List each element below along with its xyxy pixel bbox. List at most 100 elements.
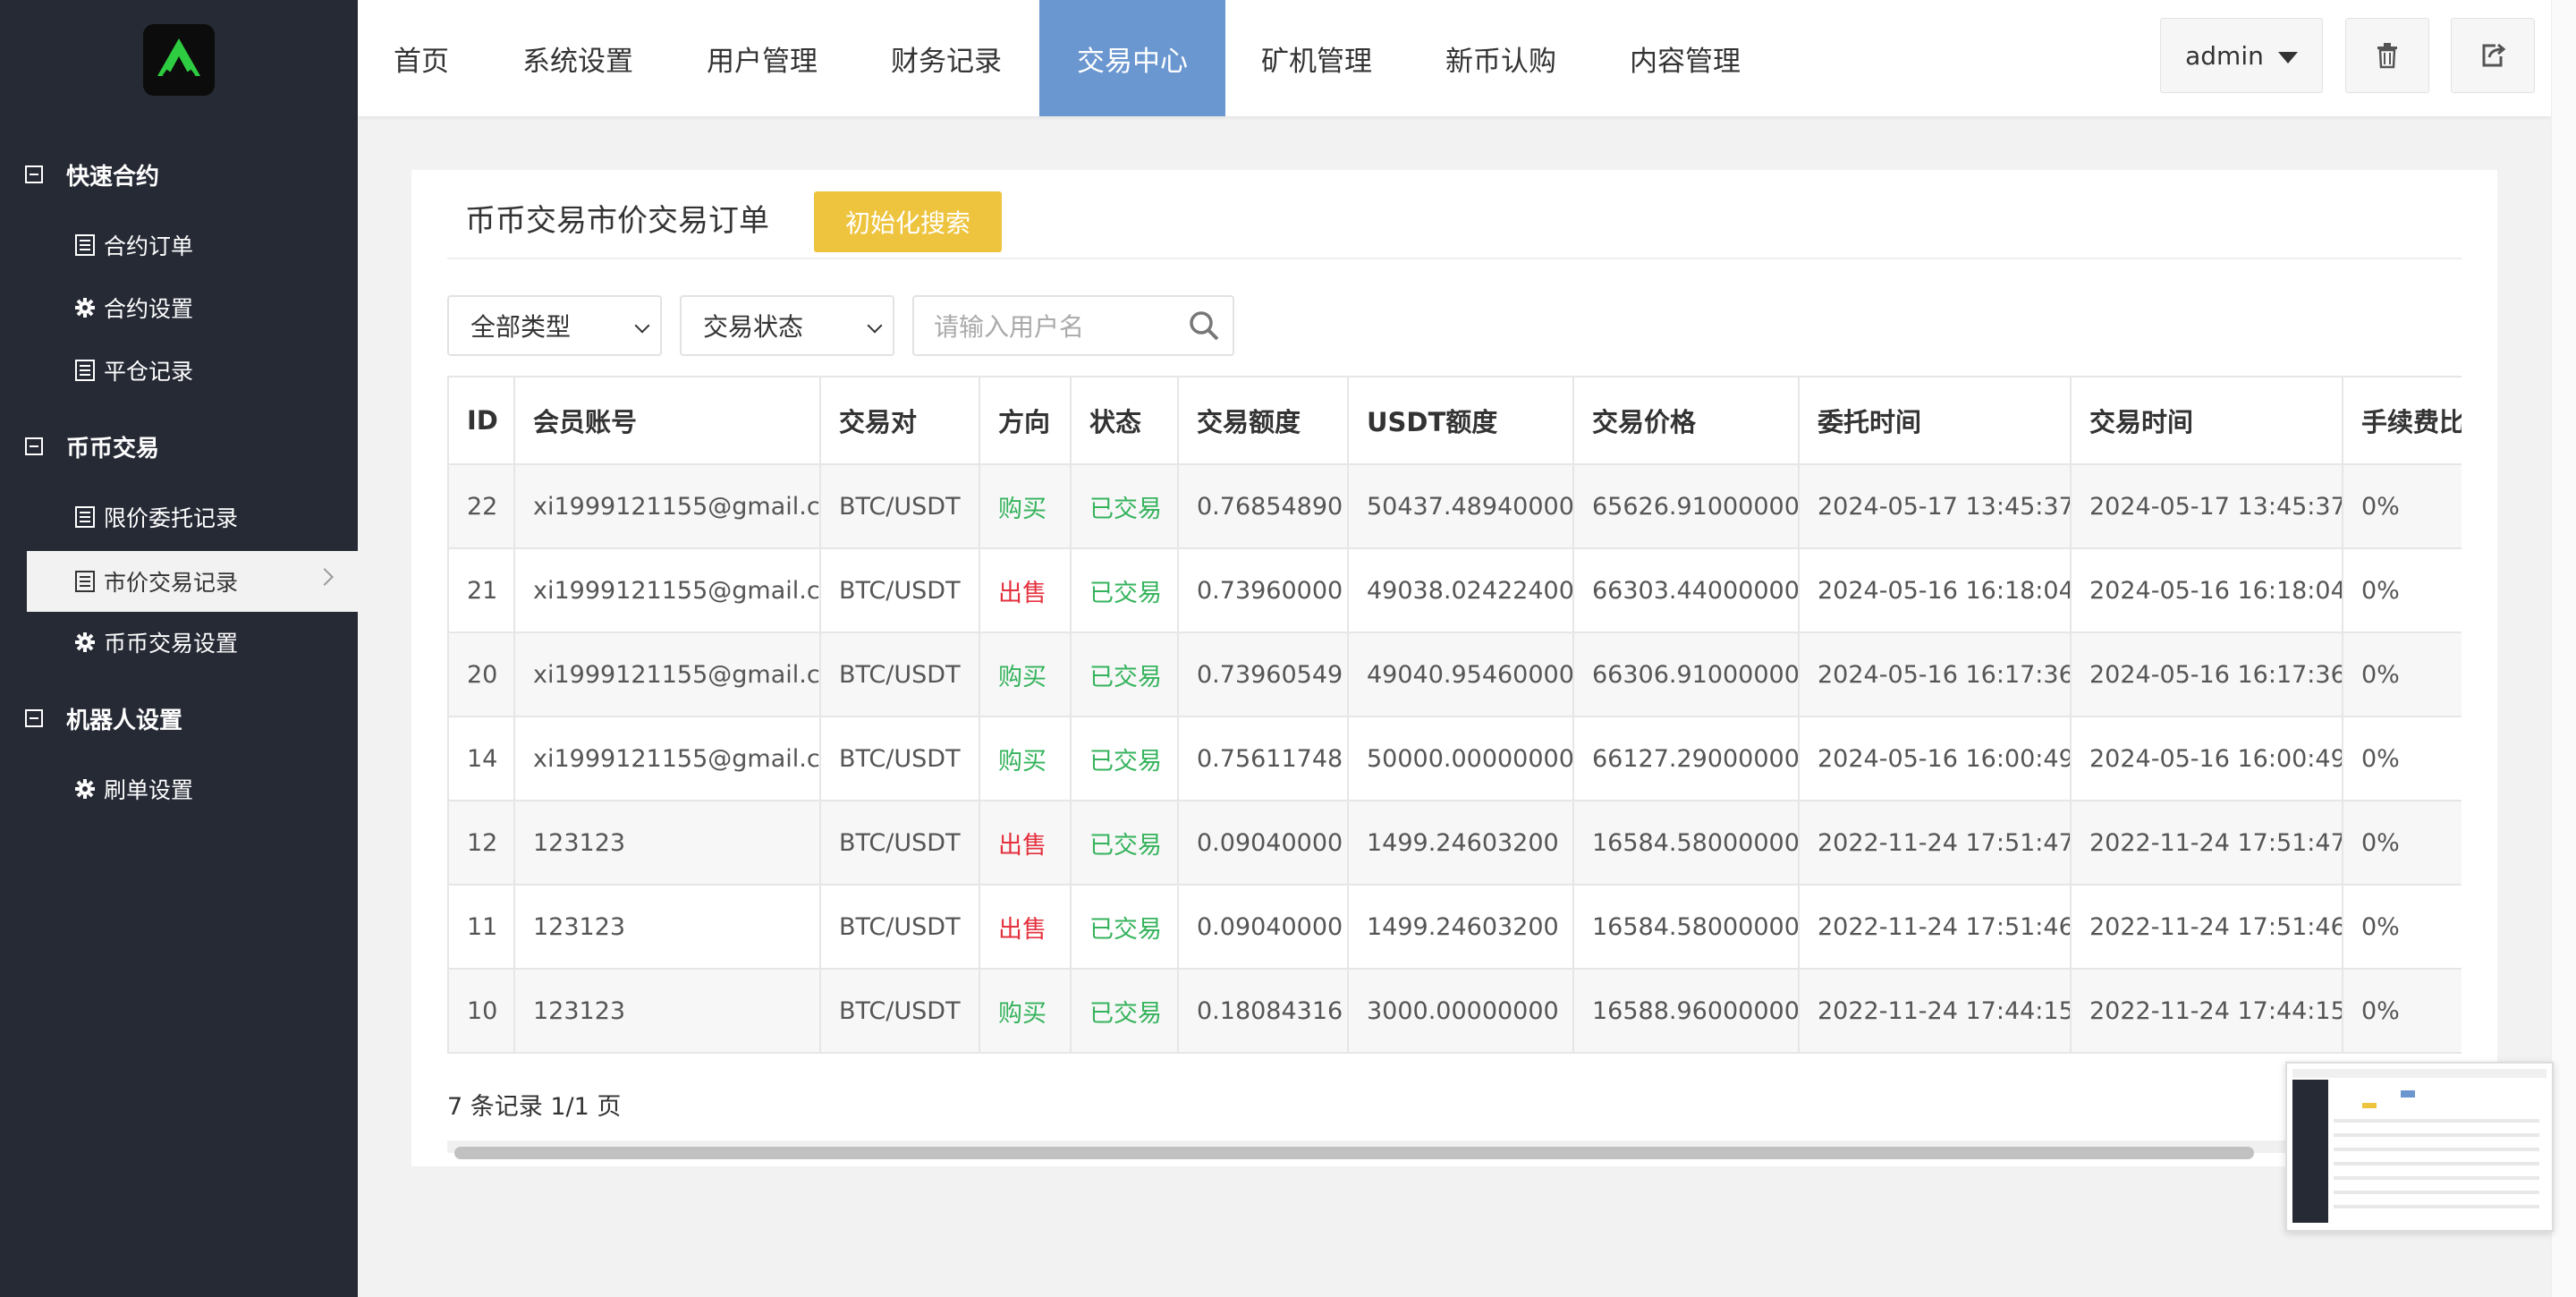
page-vertical-scrollbar[interactable] — [2551, 0, 2576, 1297]
column-header: 交易对 — [819, 376, 980, 465]
sidebar-group-robot-settings[interactable]: 机器人设置 — [25, 696, 182, 741]
cell-account: 123123 — [513, 800, 821, 886]
logout-icon — [2482, 43, 2506, 67]
caret-down-icon — [2277, 51, 2298, 64]
type-select-value: 全部类型 — [470, 312, 572, 342]
table-row: 21 xi1999121155@gmail.com BTC/USDT 出售 已交… — [447, 547, 2462, 633]
nav-item-new-coin-subscription[interactable]: 新币认购 — [1410, 0, 1594, 116]
cell-fee: 0% — [2342, 463, 2462, 549]
thumbnail-button — [2362, 1103, 2377, 1108]
cell-amount: 0.75611748 — [1177, 716, 1349, 801]
cell-id: 21 — [447, 547, 515, 633]
pagination-summary: 7 条记录 1/1 页 — [447, 1093, 622, 1121]
thumbnail-row — [2334, 1205, 2539, 1208]
nav-item-home[interactable]: 首页 — [358, 0, 487, 116]
cell-status: 已交易 — [1070, 800, 1179, 886]
column-header: ID — [447, 376, 515, 465]
cell-price: 16588.96000000 — [1572, 968, 1800, 1054]
cell-amount: 0.09040000 — [1177, 800, 1349, 886]
sidebar-item-close-records[interactable]: 平仓记录 — [27, 340, 358, 401]
sidebar-item-contract-orders[interactable]: 合约订单 — [27, 215, 358, 276]
thumbnail-row — [2334, 1162, 2539, 1166]
cell-trade-time: 2024-05-16 16:17:36 — [2070, 632, 2343, 717]
collapse-icon — [25, 165, 43, 183]
sidebar-item-limit-orders[interactable]: 限价委托记录 — [27, 487, 358, 547]
cell-amount: 0.73960549 — [1177, 632, 1349, 717]
orders-table: ID 会员账号 交易对 方向 状态 交易额度 USDT额度 交易价格 委托时间 … — [447, 376, 2462, 1054]
divider — [447, 258, 2462, 259]
sidebar-item-label: 刷单设置 — [104, 777, 194, 803]
cell-direction: 购买 — [979, 632, 1072, 717]
cell-usdt: 50000.00000000 — [1347, 716, 1574, 801]
column-header: 交易价格 — [1572, 376, 1800, 465]
search-icon[interactable] — [1188, 309, 1220, 345]
cell-status: 已交易 — [1070, 884, 1179, 970]
cell-order-time: 2022-11-24 17:44:15 — [1798, 968, 2072, 1054]
cell-price: 66306.91000000 — [1572, 632, 1800, 717]
logo-mark-icon — [157, 38, 200, 81]
cell-order-time: 2024-05-16 16:17:36 — [1798, 632, 2072, 717]
column-header: 状态 — [1070, 376, 1179, 465]
app-logo[interactable] — [143, 24, 215, 96]
cell-usdt: 49038.02422400 — [1347, 547, 1574, 633]
cell-pair: BTC/USDT — [819, 547, 980, 633]
cell-status: 已交易 — [1070, 968, 1179, 1054]
clear-cache-button[interactable] — [2345, 18, 2429, 93]
cell-price: 16584.58000000 — [1572, 884, 1800, 970]
nav-item-system-settings[interactable]: 系统设置 — [487, 0, 671, 116]
cell-fee: 0% — [2342, 800, 2462, 886]
table-header-row: ID 会员账号 交易对 方向 状态 交易额度 USDT额度 交易价格 委托时间 … — [447, 376, 2462, 465]
type-select[interactable]: 全部类型 — [447, 295, 662, 356]
sidebar-item-market-trades[interactable]: 市价交易记录 — [27, 551, 358, 612]
nav-item-miner-management[interactable]: 矿机管理 — [1225, 0, 1410, 116]
cell-account: xi1999121155@gmail.com — [513, 632, 821, 717]
username-search-input[interactable] — [932, 302, 1177, 351]
cell-usdt: 49040.95460000 — [1347, 632, 1574, 717]
horizontal-scrollbar-thumb[interactable] — [454, 1147, 2254, 1159]
gear-icon — [73, 631, 97, 654]
cell-price: 66127.29000000 — [1572, 716, 1800, 801]
cell-direction: 购买 — [979, 716, 1072, 801]
cell-status: 已交易 — [1070, 716, 1179, 801]
user-name: admin — [2185, 40, 2264, 71]
logout-button[interactable] — [2451, 18, 2535, 93]
sidebar-item-spot-settings[interactable]: 币币交易设置 — [27, 612, 358, 673]
sidebar-group-quick-contract[interactable]: 快速合约 — [25, 152, 159, 197]
cell-amount: 0.73960000 — [1177, 547, 1349, 633]
column-header: USDT额度 — [1347, 376, 1574, 465]
user-menu-button[interactable]: admin — [2160, 18, 2323, 93]
cell-status: 已交易 — [1070, 463, 1179, 549]
cell-usdt: 3000.00000000 — [1347, 968, 1574, 1054]
cell-order-time: 2022-11-24 17:51:47 — [1798, 800, 2072, 886]
thumbnail-row — [2334, 1191, 2539, 1194]
cell-usdt: 50437.48940000 — [1347, 463, 1574, 549]
nav-item-finance-records[interactable]: 财务记录 — [855, 0, 1039, 116]
main-nav: 首页 系统设置 用户管理 财务记录 交易中心 矿机管理 新币认购 内容管理 — [358, 0, 1778, 116]
nav-item-user-management[interactable]: 用户管理 — [671, 0, 855, 116]
cell-status: 已交易 — [1070, 547, 1179, 633]
sidebar-item-label: 限价委托记录 — [104, 505, 239, 531]
column-header: 交易额度 — [1177, 376, 1349, 465]
sidebar-group-spot-trading[interactable]: 币币交易 — [25, 424, 159, 469]
init-search-button[interactable]: 初始化搜索 — [814, 191, 1002, 252]
status-select[interactable]: 交易状态 — [680, 295, 894, 356]
chevron-down-icon — [634, 318, 650, 334]
sidebar-group-label: 机器人设置 — [66, 707, 183, 734]
chevron-right-icon — [316, 568, 334, 586]
cell-fee: 0% — [2342, 716, 2462, 801]
cell-account: 123123 — [513, 884, 821, 970]
cell-trade-time: 2022-11-24 17:51:46 — [2070, 884, 2343, 970]
cell-id: 14 — [447, 716, 515, 801]
sidebar-item-brush-settings[interactable]: 刷单设置 — [27, 759, 358, 819]
cell-direction: 出售 — [979, 884, 1072, 970]
sidebar-item-label: 合约订单 — [104, 233, 194, 259]
cell-account: xi1999121155@gmail.com — [513, 463, 821, 549]
nav-item-trading-center[interactable]: 交易中心 — [1039, 0, 1225, 116]
screenshot-thumbnail[interactable] — [2285, 1062, 2554, 1232]
cell-pair: BTC/USDT — [819, 716, 980, 801]
sidebar-item-contract-settings[interactable]: 合约设置 — [27, 277, 358, 338]
table-row: 20 xi1999121155@gmail.com BTC/USDT 购买 已交… — [447, 632, 2462, 717]
cell-price: 16584.58000000 — [1572, 800, 1800, 886]
thumbnail-active-tab — [2401, 1090, 2415, 1098]
nav-item-content-management[interactable]: 内容管理 — [1594, 0, 1778, 116]
